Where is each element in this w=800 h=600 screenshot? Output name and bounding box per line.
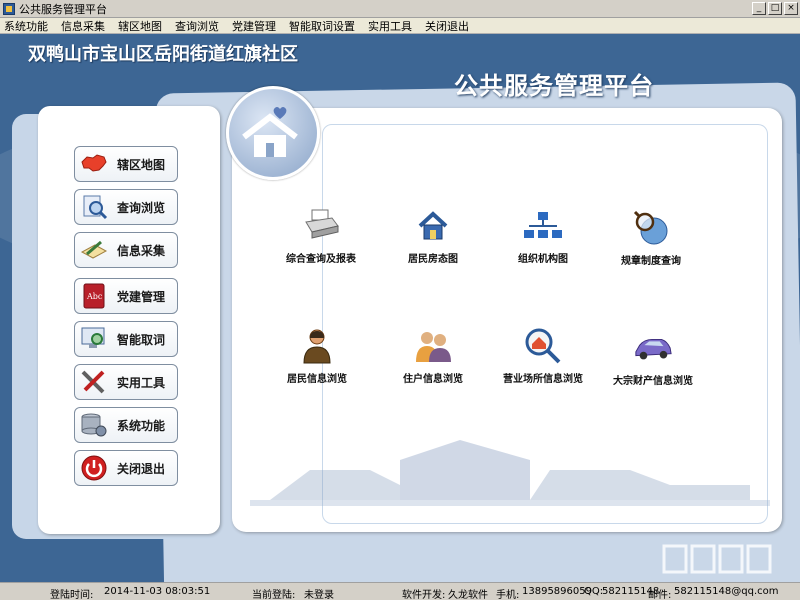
skyline-decoration (250, 440, 770, 506)
menu-bar: 系统功能 信息采集 辖区地图 查询浏览 党建管理 智能取词设置 实用工具 关闭退… (0, 18, 800, 34)
house-logo (226, 86, 320, 180)
maximize-button[interactable]: □ (768, 2, 782, 15)
current-login-value: 未登录 (304, 590, 334, 600)
function-resident-house-map[interactable]: 居民房态图 (378, 206, 488, 265)
function-resident-info[interactable]: 居民信息浏览 (262, 326, 372, 385)
developer-label: 软件开发: (402, 590, 446, 600)
function-label: 组织机构图 (518, 254, 568, 265)
monitor-magnifier-icon (79, 325, 109, 353)
menu-party[interactable]: 党建管理 (232, 18, 276, 34)
menu-system[interactable]: 系统功能 (4, 18, 48, 34)
menu-tools[interactable]: 实用工具 (368, 18, 412, 34)
function-property-info[interactable]: 大宗财产信息浏览 (598, 328, 708, 387)
abc-book-icon: Abc (79, 282, 109, 310)
current-login-label: 当前登陆: (252, 590, 296, 600)
login-time-value: 2014-11-03 08:03:51 (104, 586, 211, 597)
watermark-logo (662, 544, 772, 574)
database-gear-icon (79, 411, 109, 439)
svg-text:Abc: Abc (86, 292, 103, 301)
function-regulation-query[interactable]: 规章制度查询 (596, 208, 706, 267)
function-label: 营业场所信息浏览 (503, 374, 583, 385)
function-label: 大宗财产信息浏览 (613, 376, 693, 387)
minimize-button[interactable]: _ (752, 2, 766, 15)
sidebar-item-label: 党建管理 (117, 289, 166, 304)
sidebar-item-query[interactable]: 查询浏览 (74, 189, 178, 225)
email-label: 邮件: (648, 590, 672, 600)
household-people-icon (413, 326, 453, 366)
platform-title: 公共服务管理平台 (454, 72, 654, 100)
app-icon (3, 2, 15, 15)
sidebar-item-label: 实用工具 (117, 375, 166, 390)
close-button[interactable]: × (784, 2, 798, 15)
sidebar: 辖区地图 查询浏览 信息采集 Abc 党建管理 智能取词 实用工具 系统功能 关… (38, 106, 220, 534)
sidebar-item-exit[interactable]: 关闭退出 (74, 450, 178, 486)
function-household-info[interactable]: 住户信息浏览 (378, 326, 488, 385)
email-value: 582115148@qq.com (674, 586, 779, 597)
sidebar-item-map[interactable]: 辖区地图 (74, 146, 178, 182)
magnifier-document-icon (79, 193, 109, 221)
title-bar: 公共服务管理平台 _ □ × (0, 0, 800, 18)
window-controls: _ □ × (752, 2, 798, 15)
notebook-pen-icon (79, 236, 109, 264)
sidebar-item-smart-word[interactable]: 智能取词 (74, 321, 178, 357)
china-map-icon (79, 150, 109, 178)
sidebar-item-label: 系统功能 (117, 418, 166, 433)
sidebar-item-collect[interactable]: 信息采集 (74, 232, 178, 268)
sidebar-item-label: 关闭退出 (117, 461, 166, 476)
printer-icon (301, 206, 341, 246)
function-org-chart[interactable]: 组织机构图 (488, 206, 598, 265)
sidebar-item-tools[interactable]: 实用工具 (74, 364, 178, 400)
phone-label: 手机: (496, 590, 520, 600)
sidebar-item-label: 智能取词 (117, 332, 166, 347)
function-label: 综合查询及报表 (286, 254, 356, 265)
globe-magnifier-icon (631, 208, 671, 248)
menu-info-collect[interactable]: 信息采集 (61, 18, 105, 34)
phone-value: 13895896059 (522, 586, 592, 597)
sidebar-item-party[interactable]: Abc 党建管理 (74, 278, 178, 314)
business-magnifier-icon (523, 326, 563, 366)
resident-person-icon (297, 326, 337, 366)
menu-exit[interactable]: 关闭退出 (425, 18, 469, 34)
sidebar-item-label: 信息采集 (117, 243, 166, 258)
tools-icon (79, 368, 109, 396)
function-label: 住户信息浏览 (403, 374, 463, 385)
function-comprehensive-query[interactable]: 综合查询及报表 (266, 206, 376, 265)
car-icon (633, 328, 673, 368)
house-heart-icon (242, 107, 298, 157)
house-icon (413, 206, 453, 246)
function-label: 居民信息浏览 (287, 374, 347, 385)
menu-district-map[interactable]: 辖区地图 (118, 18, 162, 34)
function-business-info[interactable]: 营业场所信息浏览 (488, 326, 598, 385)
sidebar-item-system[interactable]: 系统功能 (74, 407, 178, 443)
menu-smart-word-settings[interactable]: 智能取词设置 (289, 18, 355, 34)
power-icon (79, 454, 109, 482)
login-time-label: 登陆时间: (50, 590, 94, 600)
sidebar-item-label: 查询浏览 (117, 200, 166, 215)
function-label: 规章制度查询 (621, 256, 681, 267)
developer-value: 久龙软件 (448, 590, 488, 600)
sidebar-item-label: 辖区地图 (117, 157, 166, 172)
status-bar: 登陆时间: 2014-11-03 08:03:51 当前登陆: 未登录 软件开发… (0, 582, 800, 600)
window-title: 公共服务管理平台 (19, 2, 107, 16)
org-chart-icon (523, 206, 563, 246)
community-name: 双鸭山市宝山区岳阳街道红旗社区 (28, 44, 298, 65)
menu-query-browse[interactable]: 查询浏览 (175, 18, 219, 34)
function-label: 居民房态图 (408, 254, 458, 265)
qq-label: QQ: (584, 586, 604, 597)
